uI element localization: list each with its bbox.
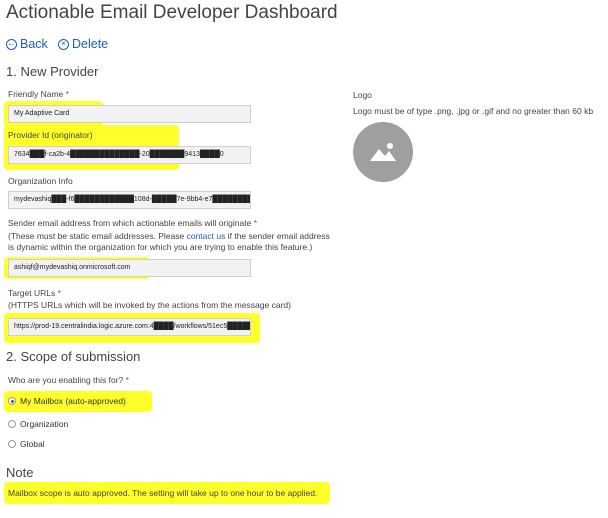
back-label: Back <box>20 37 48 51</box>
sender-email-help: (These must be static email addresses. P… <box>8 231 330 252</box>
radio-global-label: Global <box>20 439 45 449</box>
close-icon: × <box>58 38 69 50</box>
radio-organization-label: Organization <box>20 419 69 429</box>
note-text: Mailbox scope is auto approved. The sett… <box>8 488 318 498</box>
contact-us-link[interactable]: contact us <box>187 231 226 241</box>
organization-info-label: Organization Info <box>8 176 73 186</box>
logo-label: Logo <box>353 90 372 100</box>
radio-unselected-icon <box>8 440 16 448</box>
radio-my-mailbox-label: My Mailbox (auto-approved) <box>20 396 126 406</box>
provider-id-field[interactable]: 7634███f-ca2b-4██████████████-20███████9… <box>8 146 251 164</box>
radio-global[interactable]: Global <box>8 439 45 449</box>
radio-organization[interactable]: Organization <box>8 419 68 429</box>
delete-label: Delete <box>72 37 109 51</box>
sender-email-label: Sender email address from which actionab… <box>8 218 257 228</box>
page-title: Actionable Email Developer Dashboard <box>6 2 338 23</box>
target-urls-help: (HTTPS URLs which will be invoked by the… <box>8 300 291 310</box>
note-heading: Note <box>6 465 34 480</box>
friendly-name-label: Friendly Name * <box>8 89 69 99</box>
sender-email-field[interactable]: ashiqf@mydevashiq.onmicrosoft.com <box>8 259 251 277</box>
target-urls-field[interactable]: https://prod-19.centralindia.logic.azure… <box>8 318 251 336</box>
delete-button[interactable]: × Delete <box>58 37 108 51</box>
friendly-name-field[interactable]: My Adaptive Card <box>8 105 251 123</box>
target-urls-label: Target URLs * <box>8 288 61 298</box>
logo-help: Logo must be of type .png, .jpg or .gif … <box>353 106 594 116</box>
radio-selected-icon <box>8 397 16 405</box>
provider-id-label: Provider Id (originator) <box>8 130 93 140</box>
radio-unselected-icon <box>8 420 16 428</box>
section-new-provider-heading: 1. New Provider <box>6 64 99 79</box>
image-placeholder-icon <box>370 143 396 161</box>
logo-upload[interactable] <box>353 122 413 182</box>
back-button[interactable]: ← Back <box>6 37 48 51</box>
scope-question-label: Who are you enabling this for? * <box>8 375 129 385</box>
radio-my-mailbox[interactable]: My Mailbox (auto-approved) <box>8 396 126 406</box>
organization-info-field[interactable]: mydevashiq███-f6████████████108d-█████7e… <box>8 191 251 209</box>
back-arrow-icon: ← <box>6 38 17 50</box>
section-scope-heading: 2. Scope of submission <box>6 349 141 364</box>
